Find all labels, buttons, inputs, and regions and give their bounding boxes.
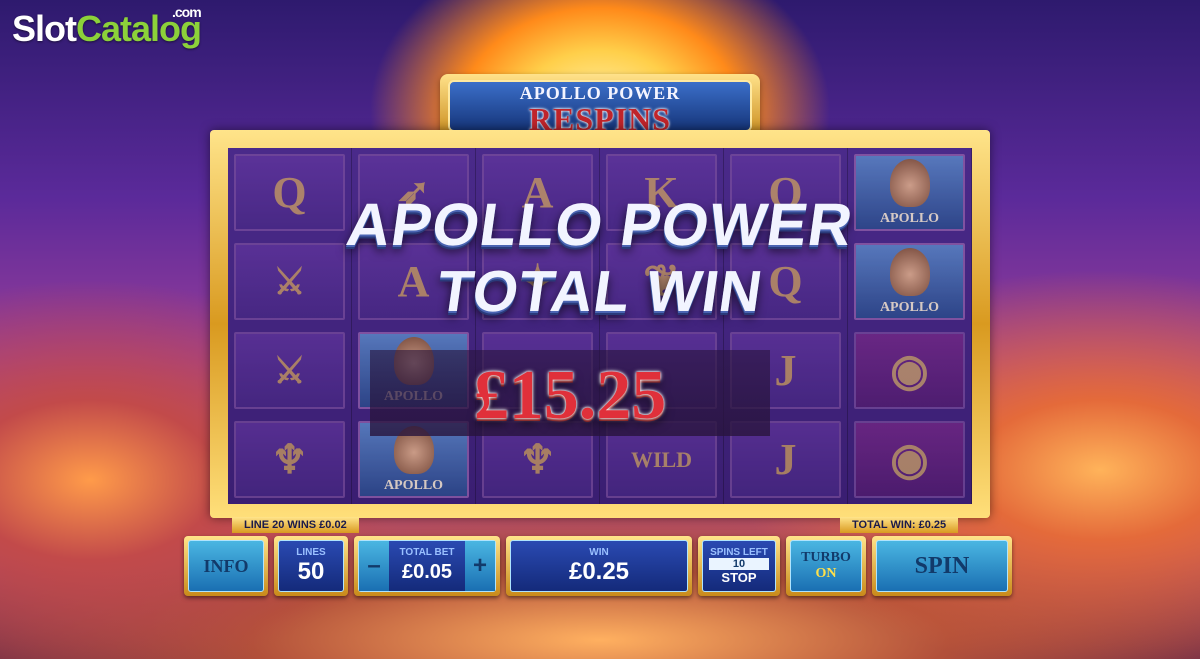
- overlay-title-line-2: TOTAL WIN: [433, 259, 768, 324]
- line-win-info: LINE 20 WINS £0.02: [232, 517, 359, 533]
- spin-button[interactable]: SPIN: [872, 536, 1012, 596]
- total-bet-label: TOTAL BET: [399, 546, 455, 558]
- stop-label: STOP: [721, 570, 757, 585]
- game-title-banner: APOLLO POWER RESPINS: [440, 74, 760, 138]
- minus-icon: –: [367, 552, 381, 579]
- info-button[interactable]: INFO: [184, 536, 268, 596]
- spins-left-value: 10: [709, 558, 769, 570]
- bet-plus-button[interactable]: +: [465, 541, 495, 591]
- reel-symbol: ◉: [854, 332, 965, 409]
- total-win-amount: £15.25: [473, 357, 667, 434]
- win-display: WIN £0.25: [506, 536, 692, 596]
- logo-part-slot: Slot: [12, 8, 77, 49]
- reel-symbol: ◉: [854, 421, 965, 498]
- bet-minus-button[interactable]: –: [359, 541, 389, 591]
- spin-label: SPIN: [914, 552, 970, 579]
- overlay-title-line-1: APOLLO POWER: [342, 191, 858, 258]
- total-bet-value: £0.05: [401, 560, 453, 583]
- control-bar: INFO LINES 50 – TOTAL BET £0.05 + WIN £0…: [180, 532, 1020, 602]
- spins-left-stop-button[interactable]: SPINS LEFT 10 STOP: [698, 536, 780, 596]
- reel-symbol: ♆: [234, 421, 345, 498]
- total-win-overlay: APOLLO POWER TOTAL WIN: [230, 190, 970, 324]
- logo-suffix: .com: [172, 4, 202, 20]
- lines-display: LINES 50: [274, 536, 348, 596]
- turbo-label: TURBO: [801, 550, 851, 565]
- plus-icon: +: [472, 552, 487, 579]
- turbo-toggle[interactable]: TURBO ON: [786, 536, 866, 596]
- total-win-info: TOTAL WIN: £0.25: [840, 517, 959, 533]
- slotcatalog-logo: SlotCatalog .com: [12, 4, 202, 50]
- apollo-label: APOLLO: [383, 477, 444, 493]
- turbo-state: ON: [815, 566, 837, 581]
- win-label: WIN: [589, 546, 609, 558]
- lines-label: LINES: [296, 546, 326, 558]
- win-value: £0.25: [568, 557, 630, 585]
- reel-symbol: ⚔: [234, 332, 345, 409]
- lines-value: 50: [297, 557, 325, 585]
- reel-frame: Q⚔⚔♆➶AAPOLLOAPOLLOA✦♆K❦WILDQQJJAPOLLOAPO…: [210, 130, 990, 518]
- bet-group: – TOTAL BET £0.05 +: [354, 536, 500, 596]
- spins-left-label: SPINS LEFT: [710, 547, 768, 558]
- info-label: INFO: [203, 555, 249, 576]
